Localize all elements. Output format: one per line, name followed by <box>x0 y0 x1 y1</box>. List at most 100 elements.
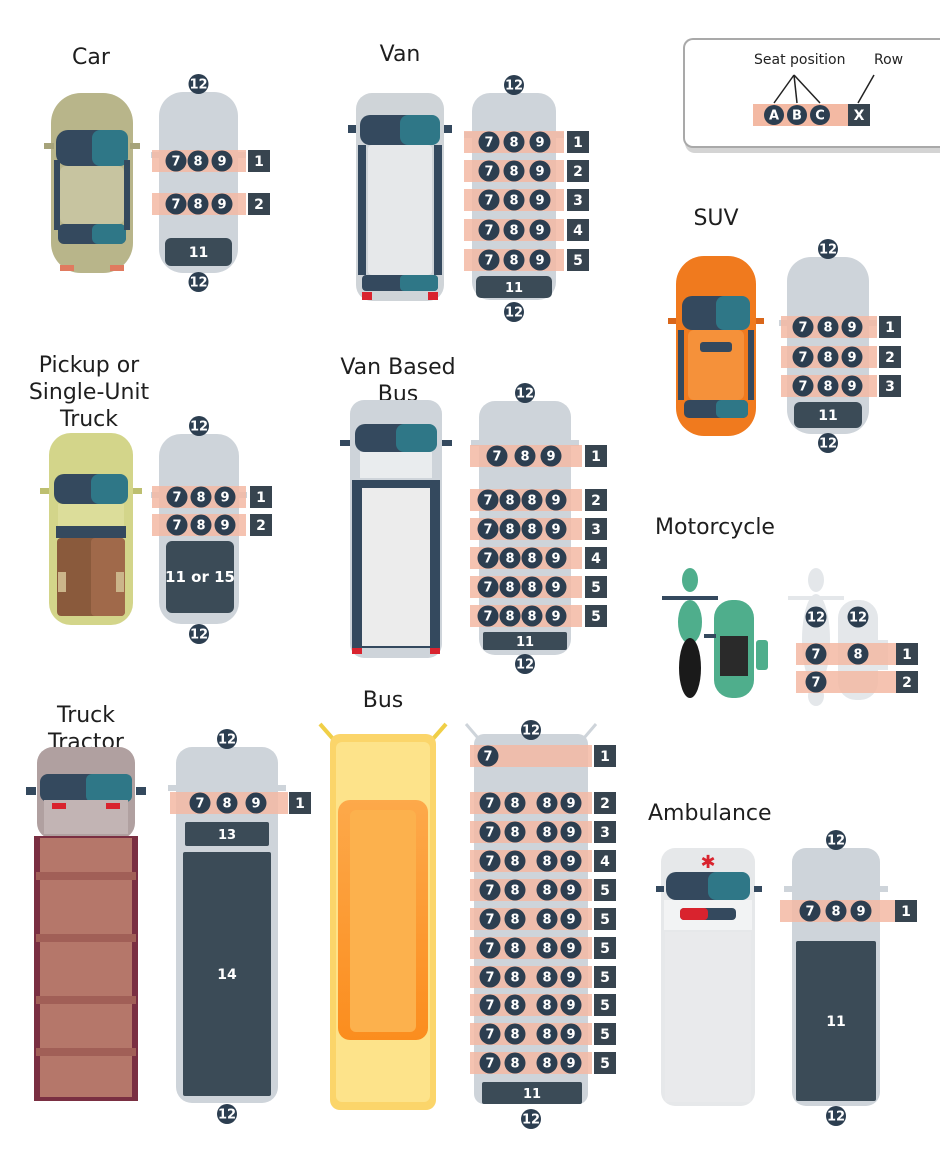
seat-position: 8 <box>222 797 231 812</box>
front-code-sidecar: 12 <box>849 611 867 626</box>
mirror-left <box>168 785 178 791</box>
seat-position: 7 <box>483 581 492 596</box>
seat-position: 7 <box>484 194 493 209</box>
seat-position: 7 <box>171 198 180 213</box>
row-number: 2 <box>885 350 895 366</box>
row-number: 3 <box>573 193 583 209</box>
car-illustration <box>44 93 140 273</box>
seat-position: 7 <box>485 971 494 986</box>
seat-position: 9 <box>566 826 575 841</box>
seat-position: 8 <box>527 552 536 567</box>
front-code: 12 <box>516 387 534 402</box>
ambulance-seat-layout: 127 8 9 11112 <box>780 830 917 1126</box>
seat-position: 8 <box>527 610 536 625</box>
seat-position: 8 <box>527 494 536 509</box>
van-bus-illustration <box>340 400 452 658</box>
seat-position: 9 <box>566 855 575 870</box>
seat-position: 9 <box>220 519 229 534</box>
row-number: 3 <box>600 825 610 841</box>
seat-position: 7 <box>485 942 494 957</box>
seat-position: 9 <box>535 194 544 209</box>
seat-position: 8 <box>510 913 519 928</box>
row-number: 5 <box>573 253 583 269</box>
seat-position: 9 <box>551 610 560 625</box>
seat-position: 9 <box>220 491 229 506</box>
row-number: 5 <box>600 998 610 1014</box>
seat-position: 7 <box>798 351 807 366</box>
seat-position: 7 <box>484 254 493 269</box>
seat-position: 8 <box>542 855 551 870</box>
seat-position: 7 <box>485 884 494 899</box>
row-number: 1 <box>902 647 912 663</box>
seat-position: 8 <box>542 1028 551 1043</box>
row-number: 1 <box>591 449 601 465</box>
mirror-right <box>276 785 286 791</box>
seat-position: 7 <box>485 999 494 1014</box>
seat-position: 9 <box>551 552 560 567</box>
seat-position: 8 <box>510 1028 519 1043</box>
seat-position: 7 <box>172 519 181 534</box>
seat-position: 8 <box>542 971 551 986</box>
seat-position: 9 <box>551 523 560 538</box>
seat-position: 9 <box>566 1057 575 1072</box>
row-number: 5 <box>591 609 601 625</box>
row-number: 2 <box>902 675 912 691</box>
front-code-left: 12 <box>807 611 825 626</box>
vehicle-illustrations: ✱ 127 8 9 17 8 9 21112127 8 9 17 8 9 27 8 9 37 8 9 47 8 9 511… <box>26 74 918 1129</box>
front-code: 12 <box>522 724 540 739</box>
motorcycle-seat-layout: 12 12 7 8 1 7 2 <box>796 606 918 693</box>
row-number: 5 <box>600 1056 610 1072</box>
suv-seat-layout: 127 8 9 17 8 9 27 8 9 31112 <box>779 239 901 453</box>
seat-position: 9 <box>566 884 575 899</box>
area-code-label: 11 <box>818 408 837 424</box>
area-code-label: 11 <box>189 245 208 261</box>
seat-position: 8 <box>823 321 832 336</box>
seat-position: 9 <box>566 942 575 957</box>
seat-position: 8 <box>831 905 840 920</box>
seat-position: 9 <box>535 254 544 269</box>
seat-position: 7 <box>485 855 494 870</box>
truck-tractor-illustration <box>26 747 146 1101</box>
seat-position: 9 <box>251 797 260 812</box>
seat-position: 7 <box>484 165 493 180</box>
rear-code: 12 <box>189 276 207 291</box>
seat-position: 8 <box>542 884 551 899</box>
suv-illustration <box>668 256 764 436</box>
seat-position: 7 <box>492 450 501 465</box>
front-code: 12 <box>190 420 208 435</box>
row-number: 1 <box>573 135 583 151</box>
seat-position: 8 <box>542 1057 551 1072</box>
van-seat-layout: 12 7 8 9 1 7 8 9 2 7 8 9 3 7 8 9 4 7 8 9 5 11 12 <box>464 75 589 322</box>
pickup-illustration <box>40 433 142 625</box>
seat-position: 9 <box>847 321 856 336</box>
row-number: 5 <box>600 883 610 899</box>
area-code-label: 14 <box>217 967 237 983</box>
seat-position: 9 <box>546 450 555 465</box>
seat-position: 7 <box>798 321 807 336</box>
seat-position: 8 <box>510 971 519 986</box>
row-number: 5 <box>600 941 610 957</box>
seat-position: 8 <box>509 254 518 269</box>
seat-position: 8 <box>823 351 832 366</box>
seat-position: 7 <box>485 913 494 928</box>
row-number: 1 <box>600 749 610 765</box>
row-number: 2 <box>256 518 266 534</box>
pickup-seat-layout: 12 7 8 9 1 7 8 9 2 11 or 15 12 <box>151 416 272 644</box>
front-code: 12 <box>189 78 207 93</box>
seat-position: 8 <box>505 523 514 538</box>
seat-position: 9 <box>217 198 226 213</box>
row-number: 5 <box>600 1027 610 1043</box>
rear-code: 12 <box>827 1110 845 1125</box>
seat-position: 8 <box>196 491 205 506</box>
row-number: 5 <box>600 970 610 986</box>
seat-position: 7 <box>485 797 494 812</box>
seat-position: 9 <box>551 494 560 509</box>
seat-position: 8 <box>510 855 519 870</box>
seat-position: 9 <box>535 136 544 151</box>
front-code: 12 <box>505 79 523 94</box>
seat-position: 9 <box>566 797 575 812</box>
seat-position: 7 <box>484 136 493 151</box>
seat-position: 9 <box>566 1028 575 1043</box>
seat-position: 7 <box>805 905 814 920</box>
row-number: 2 <box>573 164 583 180</box>
